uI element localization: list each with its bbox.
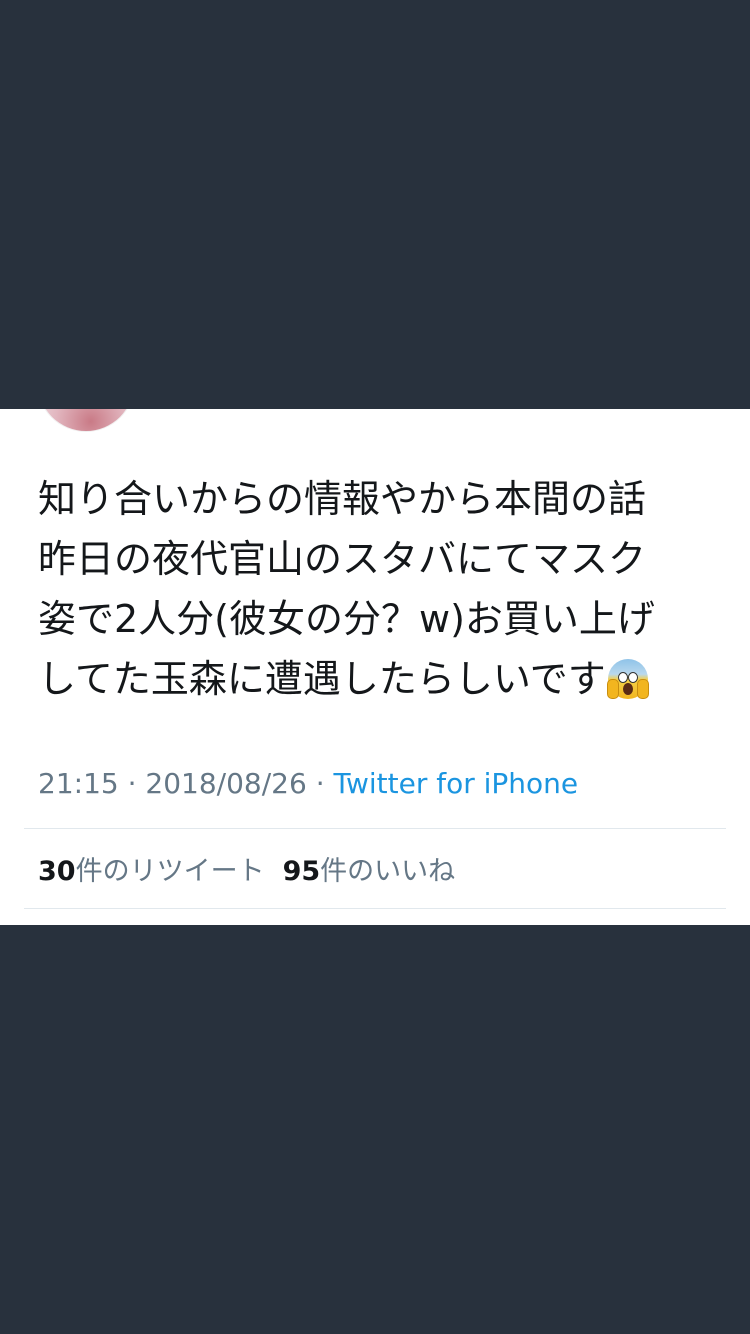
tweet-card: 知り合いからの情報やから本間の話 昨日の夜代官山のスタバにてマスク 姿で2人分(… [0, 409, 750, 925]
face-screaming-in-fear-icon [606, 659, 649, 699]
retweet-count: 30 [38, 856, 76, 887]
tweet-stats: 30件のリツイート 95件のいいね [38, 849, 455, 888]
tweet-source-link[interactable]: Twitter for iPhone [334, 767, 579, 800]
like-count: 95 [282, 856, 321, 887]
divider [24, 828, 726, 829]
tweet-time: 21:15 [38, 767, 119, 800]
retweet-stat[interactable]: 30件のリツイート [38, 856, 265, 887]
tweet-meta: 21:15 · 2018/08/26 · Twitter for iPhone [38, 767, 578, 800]
tweet-date[interactable]: 2018/08/26 [145, 767, 306, 800]
avatar[interactable] [38, 409, 134, 431]
tweet-body: 知り合いからの情報やから本間の話 昨日の夜代官山のスタバにてマスク 姿で2人分(… [38, 477, 655, 701]
divider-bottom [24, 908, 726, 909]
retweet-label: 件のリツイート [75, 856, 265, 887]
tweet-text: 知り合いからの情報やから本間の話 昨日の夜代官山のスタバにてマスク 姿で2人分(… [38, 469, 718, 709]
like-stat[interactable]: 95件のいいね [283, 856, 456, 887]
like-label: 件のいいね [320, 856, 456, 887]
meta-separator-2: · [306, 767, 334, 800]
meta-separator: · [118, 767, 146, 800]
